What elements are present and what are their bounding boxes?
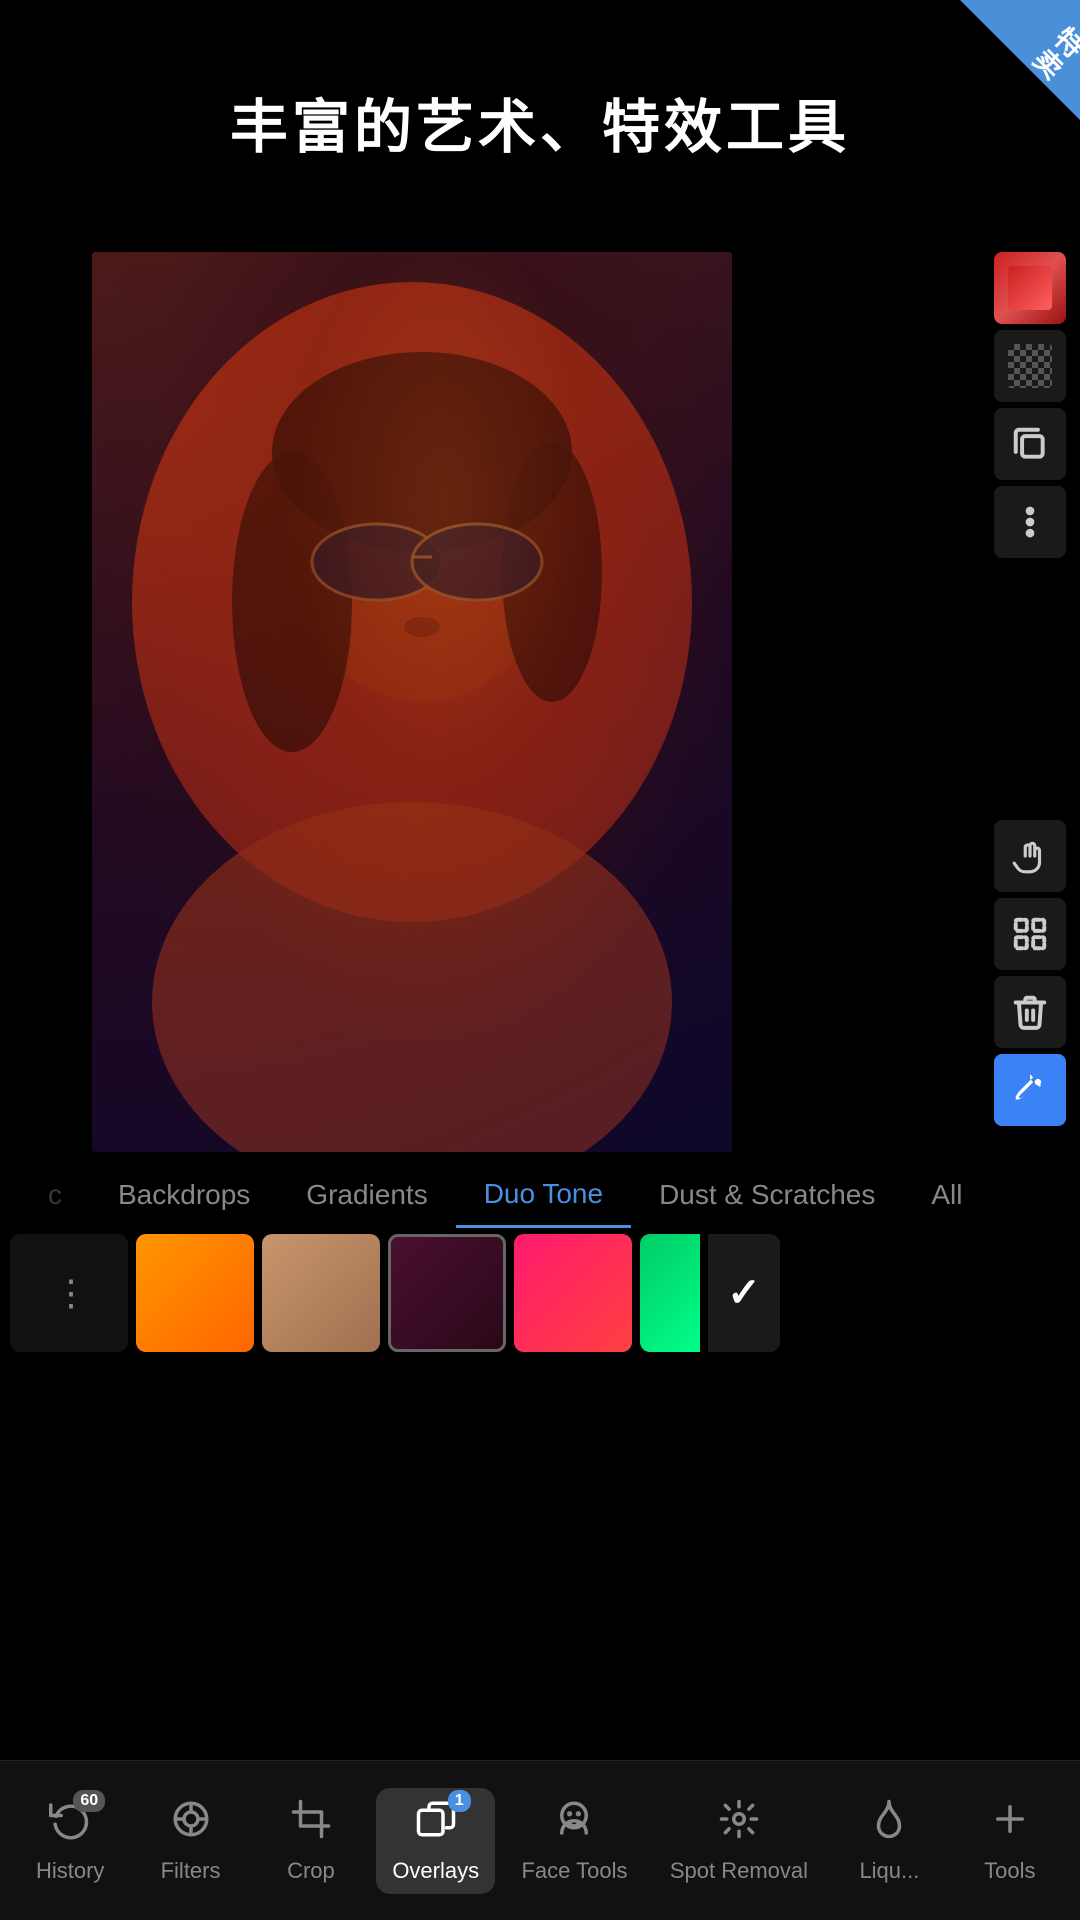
- tab-dust-scratches[interactable]: Dust & Scratches: [631, 1162, 903, 1228]
- swatches-row: ⋮ ✓: [0, 1228, 1080, 1358]
- page-title: 丰富的艺术、特效工具: [0, 80, 1080, 164]
- checkerboard-button[interactable]: [994, 330, 1066, 402]
- swatch-pink-red[interactable]: [514, 1234, 632, 1352]
- swatch-green-partial[interactable]: [640, 1234, 700, 1352]
- eyedropper-button[interactable]: [994, 1054, 1066, 1126]
- tab-duo-tone[interactable]: Duo Tone: [456, 1162, 631, 1228]
- main-image: [92, 252, 732, 1152]
- move-button[interactable]: [994, 820, 1066, 892]
- corner-badge-text: 特卖: [1022, 17, 1080, 88]
- nav-overlays-label: Overlays: [392, 1858, 479, 1884]
- tab-backdrops[interactable]: Backdrops: [90, 1162, 278, 1228]
- nav-liquify[interactable]: Liqu...: [834, 1788, 944, 1894]
- select-button[interactable]: [994, 898, 1066, 970]
- history-badge: 60: [73, 1790, 105, 1812]
- nav-face-tools[interactable]: Face Tools: [505, 1788, 643, 1894]
- nav-spot-removal-label: Spot Removal: [670, 1858, 808, 1884]
- nav-overlays[interactable]: 1 Overlays: [376, 1788, 495, 1894]
- swatch-orange[interactable]: [136, 1234, 254, 1352]
- nav-filters-label: Filters: [161, 1858, 221, 1884]
- swatch-check[interactable]: ✓: [708, 1234, 780, 1352]
- tab-item-partial[interactable]: c: [20, 1162, 90, 1228]
- right-toolbar-mid: [994, 820, 1066, 1126]
- tab-gradients[interactable]: Gradients: [278, 1162, 455, 1228]
- delete-button[interactable]: [994, 976, 1066, 1048]
- nav-filters[interactable]: Filters: [136, 1788, 246, 1894]
- nav-liquify-label: Liqu...: [859, 1858, 919, 1884]
- swatch-more[interactable]: ⋮: [10, 1234, 128, 1352]
- swatch-dark-red[interactable]: [388, 1234, 506, 1352]
- swatch-tan[interactable]: [262, 1234, 380, 1352]
- nav-tools-label: Tools: [984, 1858, 1035, 1884]
- nav-crop[interactable]: Crop: [256, 1788, 366, 1894]
- nav-face-tools-label: Face Tools: [521, 1858, 627, 1884]
- more-button[interactable]: [994, 486, 1066, 558]
- nav-history[interactable]: 60 History: [15, 1788, 125, 1894]
- nav-spot-removal[interactable]: Spot Removal: [654, 1788, 824, 1894]
- color-swatch-button[interactable]: [994, 252, 1066, 324]
- right-toolbar-top: [994, 252, 1066, 558]
- overlays-badge: 1: [448, 1790, 471, 1812]
- nav-crop-label: Crop: [287, 1858, 335, 1884]
- tab-all[interactable]: All: [903, 1162, 990, 1228]
- nav-history-label: History: [36, 1858, 104, 1884]
- nav-tools[interactable]: Tools: [955, 1788, 1065, 1894]
- category-tabs: c Backdrops Gradients Duo Tone Dust & Sc…: [0, 1162, 1080, 1228]
- duplicate-button[interactable]: [994, 408, 1066, 480]
- bottom-nav: 60 History Filters Crop: [0, 1760, 1080, 1920]
